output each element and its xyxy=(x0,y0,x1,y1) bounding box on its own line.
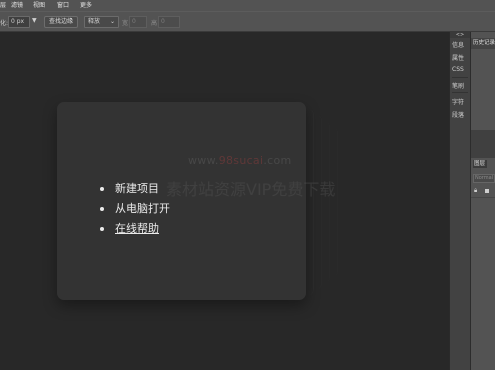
height-label: 高 xyxy=(151,20,158,27)
card-shadow xyxy=(324,126,338,278)
menu-view[interactable]: 视图 xyxy=(33,0,45,11)
tab-history[interactable]: 历史记录 xyxy=(471,38,495,49)
menu-more[interactable]: 更多 xyxy=(80,0,92,11)
css-panel-button[interactable]: CSS xyxy=(452,66,469,73)
lock-icon[interactable]: 🔒︎ xyxy=(474,187,477,195)
menu-bar: 层 滤镜 视图 窗口 更多 xyxy=(0,0,495,11)
style-select[interactable]: 释放 ⌄ xyxy=(84,16,119,28)
info-panel-button[interactable]: 信息 xyxy=(452,40,469,49)
layers-tab-bar: 图层 xyxy=(471,158,495,169)
welcome-card: 新建项目 从电脑打开 在线帮助 xyxy=(57,102,306,300)
height-input[interactable]: 0 xyxy=(158,16,180,28)
radius-dropdown-icon[interactable]: ▼ xyxy=(32,17,37,24)
bullet-icon xyxy=(100,187,104,191)
menu-filter[interactable]: 滤镜 xyxy=(11,0,23,11)
layers-list[interactable] xyxy=(471,197,495,370)
online-help-link[interactable]: 在线帮助 xyxy=(97,222,170,242)
divider xyxy=(452,77,468,78)
width-label: 宽 xyxy=(122,20,129,27)
lock-pixels-icon[interactable] xyxy=(485,189,489,193)
right-panel: 历史记录 图层 Normal 🔒︎ xyxy=(470,32,495,370)
menu-layer[interactable]: 层 xyxy=(0,0,6,11)
new-project-link[interactable]: 新建项目 xyxy=(97,182,170,202)
style-select-value: 释放 xyxy=(88,18,101,25)
properties-panel-button[interactable]: 属性 xyxy=(452,53,469,62)
bullet-icon xyxy=(100,227,104,231)
character-panel-button[interactable]: 字符 xyxy=(452,97,469,106)
bullet-icon xyxy=(100,207,104,211)
refine-edge-button[interactable]: 查找边缘 xyxy=(44,16,78,28)
radius-input[interactable]: 0 px xyxy=(8,16,30,28)
open-from-computer-label: 从电脑打开 xyxy=(115,202,170,215)
panel-icon-column: <> 信息 属性 CSS 笔刷 字符 段落 xyxy=(449,32,470,370)
blend-mode-select[interactable]: Normal xyxy=(473,174,495,183)
panel-divider xyxy=(471,130,495,158)
divider xyxy=(452,92,468,93)
collapse-panels-icon[interactable]: <> xyxy=(450,32,470,38)
history-panel xyxy=(471,49,495,130)
new-project-label: 新建项目 xyxy=(115,182,159,195)
welcome-list: 新建项目 从电脑打开 在线帮助 xyxy=(97,182,170,242)
chevron-down-icon: ⌄ xyxy=(109,18,115,25)
paragraph-panel-button[interactable]: 段落 xyxy=(452,110,469,119)
radius-label: 化: xyxy=(0,20,9,27)
brush-panel-button[interactable]: 笔刷 xyxy=(452,81,469,90)
open-from-computer-link[interactable]: 从电脑打开 xyxy=(97,202,170,222)
online-help-label: 在线帮助 xyxy=(115,222,159,235)
menu-window[interactable]: 窗口 xyxy=(57,0,69,11)
width-input[interactable]: 0 xyxy=(129,16,147,28)
options-bar: 化: 0 px ▼ 查找边缘 释放 ⌄ 宽 0 高 0 xyxy=(0,11,495,32)
tab-layers[interactable]: 图层 xyxy=(473,160,487,168)
